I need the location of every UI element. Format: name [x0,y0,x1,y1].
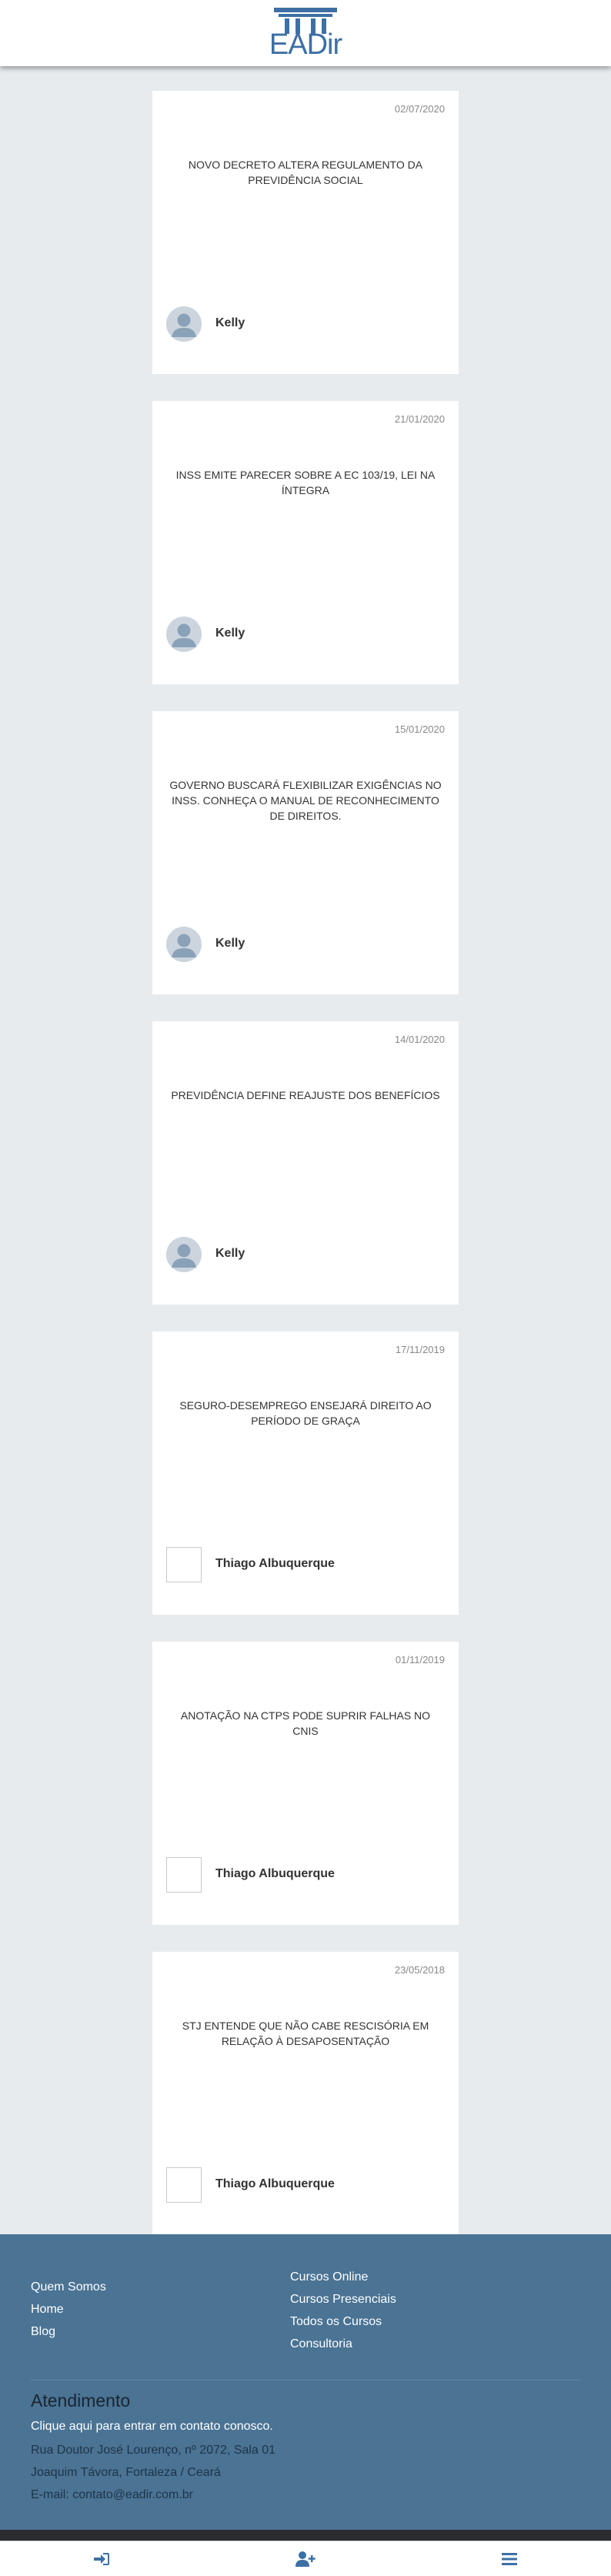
sign-in-icon [94,2552,109,2565]
nav-menu-button[interactable] [408,2541,611,2576]
post-card[interactable]: 21/01/2020 INSS emite parecer sobre a EC … [152,401,459,684]
post-title[interactable]: STJ entende que não cabe rescisória em r… [168,2018,443,2049]
footer-link[interactable]: Cursos Online [290,2270,368,2284]
footer-link[interactable]: Quem Somos [31,2280,106,2294]
site-footer: Quem Somos Home Blog Cursos Online Cursos P… [0,2234,611,2530]
avatar-icon [166,306,202,342]
post-card[interactable]: 15/01/2020 Governo buscará flexibilizar e… [152,711,459,994]
post-date: 02/07/2020 [394,103,445,115]
post-date: 21/01/2020 [394,413,445,425]
site-logo[interactable]: EADir [254,5,357,62]
avatar-icon [166,927,202,962]
broken-image-icon [166,1857,202,1893]
menu-icon [502,2552,517,2565]
site-header: EADir [0,0,611,66]
broken-image-icon [166,2167,202,2203]
post-card[interactable]: 17/11/2019 Seguro-desemprego ensejará dir… [152,1331,459,1615]
post-card[interactable]: 23/05/2018 STJ entende que não cabe resci… [152,1952,459,2235]
contact-title: Atendimento [31,2391,131,2411]
footer-bottom-bar [0,2530,611,2541]
footer-link[interactable]: Home [31,2303,64,2317]
post-date: 14/01/2020 [394,1034,445,1045]
post-date: 23/05/2018 [394,1964,445,1976]
post-date: 01/11/2019 [395,1654,445,1666]
address-line-2: Joaquim Távora, Fortaleza / Ceará [31,2466,221,2479]
post-author: Kelly [215,626,245,640]
post-author: Kelly [215,316,245,329]
post-card[interactable]: 01/11/2019 Anotação na CTPS pode suprir f… [152,1642,459,1925]
logo-text: EADir [269,28,342,61]
add-user-icon [295,2551,316,2567]
post-title[interactable]: Governo buscará flexibilizar exigências … [168,777,443,824]
nav-login-button[interactable] [0,2541,203,2576]
footer-link[interactable]: Blog [31,2325,55,2339]
post-author: Kelly [215,1247,245,1260]
avatar-icon [166,1237,202,1272]
post-author: Thiago Albuquerque [215,1557,335,1570]
post-card[interactable]: 02/07/2020 Novo decreto altera regulament… [152,91,459,374]
avatar-icon [166,616,202,652]
post-author: Kelly [215,937,245,950]
footer-link[interactable]: Cursos Presenciais [290,2293,396,2307]
post-title[interactable]: Seguro-desemprego ensejará direito ao pe… [168,1398,443,1428]
post-title[interactable]: INSS emite parecer sobre a EC 103/19, le… [168,467,443,498]
contact-link[interactable]: Clique aqui para entrar em contato conos… [31,2420,273,2434]
broken-image-icon [166,1547,202,1582]
nav-register-button[interactable] [204,2541,407,2576]
post-title[interactable]: Novo decreto altera regulamento da Previ… [168,157,443,188]
footer-divider [31,2380,580,2381]
bottom-navigation [0,2541,611,2576]
footer-link[interactable]: Todos os Cursos [290,2315,382,2329]
address-line-1: Rua Doutor José Lourenço, nº 2072, Sala … [31,2444,276,2457]
post-title[interactable]: Previdência define reajuste dos benefíci… [168,1088,443,1103]
post-author: Thiago Albuquerque [215,1867,335,1880]
post-title[interactable]: Anotação na CTPS pode suprir falhas no C… [168,1708,443,1739]
footer-link[interactable]: Consultoria [290,2337,352,2351]
post-date: 15/01/2020 [394,723,445,735]
contact-email[interactable]: E-mail: contato@eadir.com.br [31,2488,193,2502]
post-author: Thiago Albuquerque [215,2177,335,2190]
post-date: 17/11/2019 [395,1344,445,1355]
post-card[interactable]: 14/01/2020 Previdência define reajuste do… [152,1021,459,1305]
